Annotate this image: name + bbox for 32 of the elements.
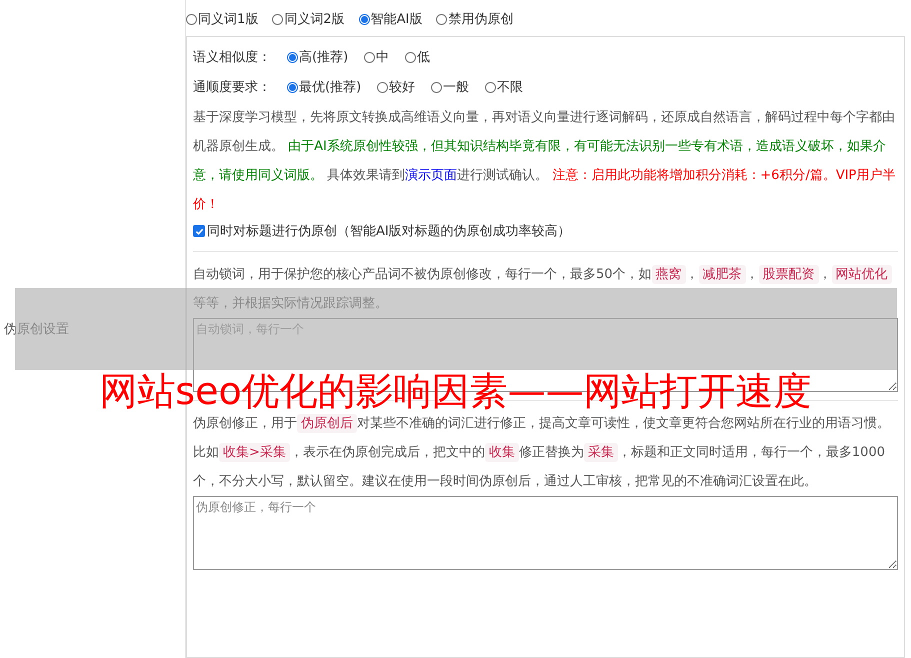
title-option[interactable]: 同时对标题进行伪原创（智能AI版对标题的伪原创成功率较高） <box>193 219 898 243</box>
radio-button[interactable] <box>431 82 442 92</box>
description-text: 伪原创修正，用于 伪原创后 对某些不准确的词汇进行修正，提高文章可读性，使文章更符合您网站所在行业的用语习惯。比如 收集>采集 ，表示在伪原创完成后，把文中的 收集 修正替换为 采集 ，标题和正文同时适用，每行一个，最多1000个，不分大小写，默认留空。建议在使用一段时间伪原创后，通过人工审核，把常见的不准确词汇设置在此。 <box>193 413 891 491</box>
mode-option[interactable]: 同义词2版 <box>272 10 345 28</box>
fluency-option[interactable]: 不限 <box>485 78 524 96</box>
radio-button[interactable] <box>272 14 284 24</box>
section-label: 伪原创设置 <box>4 321 69 338</box>
fluency-label: 通顺度要求： <box>193 79 271 96</box>
description-text: 基于深度学习模型，先将原文转换成高维语义向量，再对语义向量进行逐词解码，还原成自然语言，解码过程中每个字都由机器原创生成。 由于AI系统原创性较强，但其知识结构毕竟有限，有可能无法识别一些专有术语，造成语义破坏，如果介意，请使用同义词版。 具体效果请到演示页面进行测试确认。 注意：启用此功能将增加积分消耗：+6积分/篇。VIP用户半价！ <box>193 109 896 214</box>
radio-button[interactable] <box>186 14 197 24</box>
similarity-label: 语义相似度： <box>193 49 271 66</box>
fluency-option[interactable]: 一般 <box>431 78 470 96</box>
similarity-option[interactable]: 高(推荐) <box>287 48 348 66</box>
radio-button[interactable] <box>287 52 298 62</box>
demo-link[interactable]: 演示页面 <box>405 168 458 183</box>
radio-button[interactable] <box>405 52 416 62</box>
fluency-option[interactable]: 最优(推荐) <box>287 78 362 96</box>
mode-option[interactable]: 智能AI版 <box>358 10 422 28</box>
corrections-field[interactable]: 伪原创修正，每行一个 <box>193 496 898 570</box>
radio-button[interactable] <box>364 52 376 62</box>
radio-button[interactable] <box>287 82 298 92</box>
mode-option[interactable]: 同义词1版 <box>186 10 258 28</box>
mode-option[interactable]: 禁用伪原创 <box>436 10 514 28</box>
checkbox[interactable] <box>193 225 205 237</box>
radio-button[interactable] <box>485 82 496 92</box>
similarity-option[interactable]: 低 <box>405 48 430 66</box>
radio-button[interactable] <box>358 14 370 24</box>
description-text: 自动锁词，用于保护您的核心产品词不被伪原创修改，每行一个，最多50个，如 燕窝 ， 减肥茶 ， 股票配资 ， 网站优化 等等，并根据实际情况跟踪调整。 <box>193 260 898 318</box>
similarity-option[interactable]: 中 <box>364 48 390 66</box>
radio-button[interactable] <box>436 14 448 24</box>
radio-button[interactable] <box>377 82 388 92</box>
fluency-option[interactable]: 较好 <box>377 78 416 96</box>
